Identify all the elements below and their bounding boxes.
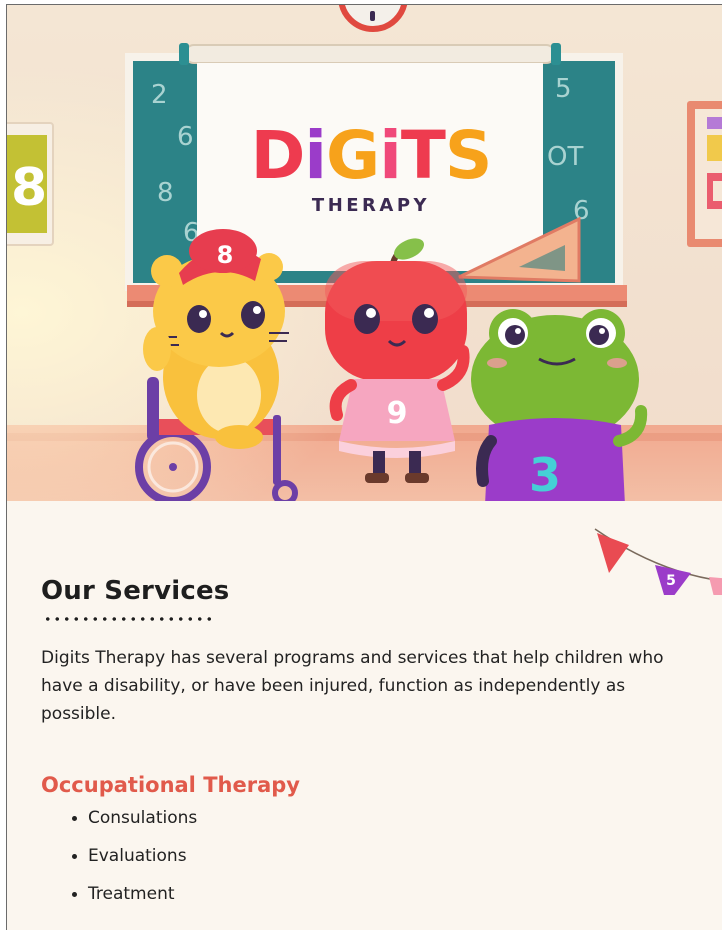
occupational-therapy-heading: Occupational Therapy <box>41 773 300 797</box>
services-intro: Digits Therapy has several programs and … <box>41 648 664 724</box>
page-frame: 8 2 6 8 6 5 OT 6 DiGiTS THERAPY 8 9 3 5 … <box>6 4 722 930</box>
brand-sub: THERAPY <box>312 195 430 216</box>
chalk-number: 6 <box>177 122 194 152</box>
apple-shirt-number: 9 <box>387 396 408 431</box>
list-item: Treatment <box>71 883 197 921</box>
frog-character: 3 <box>471 309 648 501</box>
bulletin-board-right <box>687 101 722 247</box>
bunting-flag-number: 5 <box>666 573 676 589</box>
chalk-number: 8 <box>157 178 174 208</box>
occupational-therapy-list: Consulations Evaluations Treatment <box>71 807 197 921</box>
services-section: 5 Our Services Digits Therapy has severa… <box>7 501 722 930</box>
hamster-cap-number: 8 <box>217 241 234 269</box>
brand-word: DiGiTS <box>251 117 492 194</box>
list-item: Consulations <box>71 807 197 845</box>
frog-shirt-number: 3 <box>529 448 561 501</box>
list-item: Evaluations <box>71 845 197 883</box>
chalk-number: OT <box>547 142 583 172</box>
chalk-number: 5 <box>555 74 572 104</box>
chalk-number: 2 <box>151 80 168 110</box>
bunting-decoration: 5 <box>594 528 722 595</box>
heading-dotted-underline <box>43 617 215 621</box>
wall-poster-left: 8 <box>7 122 54 246</box>
wall-poster-number: 8 <box>11 158 47 218</box>
section-heading: Our Services <box>41 576 230 606</box>
hero-illustration: 8 2 6 8 6 5 OT 6 DiGiTS THERAPY 8 9 3 <box>7 5 722 501</box>
